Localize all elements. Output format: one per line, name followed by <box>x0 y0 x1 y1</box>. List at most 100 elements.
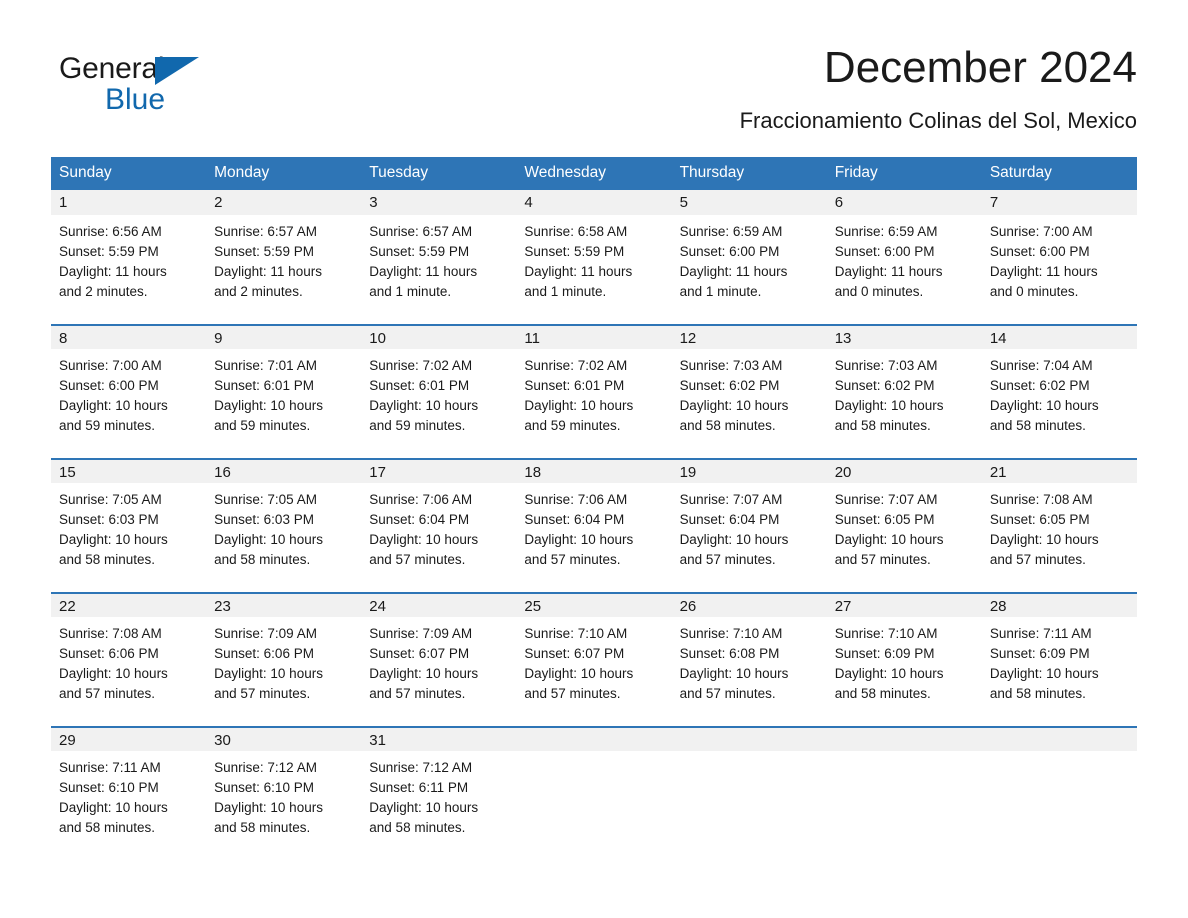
day-cell[interactable]: 23 Sunrise: 7:09 AM Sunset: 6:06 PM Dayligh… <box>206 592 362 726</box>
detail-daylight-line2: and 59 minutes. <box>214 418 311 433</box>
day-cell[interactable]: 13 Sunrise: 7:03 AM Sunset: 6:02 PM Dayligh… <box>826 324 982 458</box>
detail-sunset: Sunset: 6:04 PM <box>679 512 780 527</box>
day-cell[interactable]: 25 Sunrise: 7:10 AM Sunset: 6:07 PM Dayligh… <box>516 592 672 726</box>
day-details: Sunrise: 7:03 AM Sunset: 6:02 PM Daylight:… <box>672 349 827 436</box>
detail-sunrise: Sunrise: 7:02 AM <box>369 358 473 373</box>
day-cell[interactable]: 21 Sunrise: 7:08 AM Sunset: 6:05 PM Dayligh… <box>981 458 1137 592</box>
detail-sunset: Sunset: 6:04 PM <box>524 512 625 527</box>
logo-word-general: General <box>59 52 165 85</box>
detail-sunrise: Sunrise: 7:12 AM <box>369 760 473 775</box>
day-number: 11 <box>516 324 672 349</box>
day-cell[interactable]: 24 Sunrise: 7:09 AM Sunset: 6:07 PM Dayligh… <box>361 592 517 726</box>
detail-daylight-line1: Daylight: 10 hours <box>59 800 168 815</box>
detail-sunset: Sunset: 6:09 PM <box>989 646 1090 661</box>
day-details: Sunrise: 7:00 AM Sunset: 6:00 PM Daylight:… <box>982 215 1137 302</box>
day-number: 5 <box>671 190 827 215</box>
day-cell[interactable]: 4 Sunrise: 6:58 AM Sunset: 5:59 PM Daylight… <box>516 190 672 324</box>
day-cell[interactable]: 6 Sunrise: 6:59 AM Sunset: 6:00 PM Daylight… <box>826 190 982 324</box>
day-details <box>827 751 982 758</box>
detail-sunrise: Sunrise: 6:59 AM <box>834 224 938 239</box>
day-cell[interactable]: 19 Sunrise: 7:07 AM Sunset: 6:04 PM Dayligh… <box>671 458 827 592</box>
detail-daylight-line2: and 1 minute. <box>679 284 762 299</box>
calendar-cell: 6 Sunrise: 6:59 AM Sunset: 6:00 PM Daylight… <box>826 190 982 324</box>
calendar-cell: 23 Sunrise: 7:09 AM Sunset: 6:06 PM Dayligh… <box>206 592 362 726</box>
day-number <box>516 726 672 751</box>
detail-sunrise: Sunrise: 7:09 AM <box>214 626 317 641</box>
detail-daylight-line1: Daylight: 10 hours <box>834 398 944 413</box>
detail-daylight-line1: Daylight: 11 hours <box>214 264 322 279</box>
day-cell[interactable]: 18 Sunrise: 7:06 AM Sunset: 6:04 PM Dayligh… <box>516 458 672 592</box>
day-cell[interactable]: 11 Sunrise: 7:02 AM Sunset: 6:01 PM Dayligh… <box>516 324 672 458</box>
day-cell[interactable]: 17 Sunrise: 7:06 AM Sunset: 6:04 PM Dayligh… <box>361 458 517 592</box>
calendar-cell: 30 Sunrise: 7:12 AM Sunset: 6:10 PM Dayligh… <box>206 726 362 860</box>
detail-sunset: Sunset: 6:06 PM <box>59 646 159 661</box>
day-details: Sunrise: 6:56 AM Sunset: 5:59 PM Daylight:… <box>51 215 206 302</box>
day-number: 1 <box>51 190 207 215</box>
day-details: Sunrise: 7:07 AM Sunset: 6:05 PM Daylight:… <box>827 483 982 570</box>
detail-sunrise: Sunrise: 6:57 AM <box>214 224 317 239</box>
detail-sunset: Sunset: 6:08 PM <box>679 646 780 661</box>
day-details: Sunrise: 7:02 AM Sunset: 6:01 PM Daylight:… <box>516 349 671 436</box>
detail-sunrise: Sunrise: 7:03 AM <box>679 358 783 373</box>
day-number: 21 <box>981 458 1137 483</box>
day-cell[interactable]: 30 Sunrise: 7:12 AM Sunset: 6:10 PM Dayligh… <box>206 726 362 860</box>
detail-sunrise: Sunrise: 7:08 AM <box>59 626 162 641</box>
day-cell[interactable]: 2 Sunrise: 6:57 AM Sunset: 5:59 PM Daylight… <box>206 190 362 324</box>
detail-sunset: Sunset: 6:10 PM <box>214 780 314 795</box>
day-cell[interactable]: 1 Sunrise: 6:56 AM Sunset: 5:59 PM Daylight… <box>51 190 207 324</box>
calendar-week-row: 8 Sunrise: 7:00 AM Sunset: 6:00 PM Daylight… <box>51 324 1137 458</box>
calendar-cell: 17 Sunrise: 7:06 AM Sunset: 6:04 PM Dayligh… <box>361 458 517 592</box>
day-number: 15 <box>51 458 207 483</box>
day-number: 7 <box>981 190 1137 215</box>
day-cell[interactable]: 22 Sunrise: 7:08 AM Sunset: 6:06 PM Dayligh… <box>51 592 207 726</box>
detail-sunrise: Sunrise: 7:12 AM <box>214 760 317 775</box>
detail-daylight-line1: Daylight: 10 hours <box>834 666 944 681</box>
detail-daylight-line1: Daylight: 11 hours <box>834 264 943 279</box>
day-cell[interactable]: 3 Sunrise: 6:57 AM Sunset: 5:59 PM Daylight… <box>361 190 517 324</box>
calendar-cell: 28 Sunrise: 7:11 AM Sunset: 6:09 PM Dayligh… <box>981 592 1137 726</box>
detail-daylight-line1: Daylight: 11 hours <box>59 264 167 279</box>
detail-sunrise: Sunrise: 7:02 AM <box>524 358 628 373</box>
day-cell[interactable]: 10 Sunrise: 7:02 AM Sunset: 6:01 PM Dayligh… <box>361 324 517 458</box>
day-cell[interactable]: 7 Sunrise: 7:00 AM Sunset: 6:00 PM Daylight… <box>981 190 1137 324</box>
day-cell[interactable]: 27 Sunrise: 7:10 AM Sunset: 6:09 PM Dayligh… <box>826 592 982 726</box>
calendar-cell: 26 Sunrise: 7:10 AM Sunset: 6:08 PM Dayligh… <box>671 592 827 726</box>
detail-daylight-line2: and 58 minutes. <box>214 552 311 567</box>
weekday-header-saturday: Saturday <box>981 157 1137 190</box>
detail-daylight-line2: and 57 minutes. <box>369 552 466 567</box>
day-cell[interactable]: 26 Sunrise: 7:10 AM Sunset: 6:08 PM Dayligh… <box>671 592 827 726</box>
day-cell[interactable]: 15 Sunrise: 7:05 AM Sunset: 6:03 PM Dayligh… <box>51 458 207 592</box>
detail-daylight-line1: Daylight: 10 hours <box>989 532 1099 547</box>
day-cell[interactable]: 9 Sunrise: 7:01 AM Sunset: 6:01 PM Daylight… <box>206 324 362 458</box>
day-number <box>826 726 982 751</box>
day-cell[interactable]: 20 Sunrise: 7:07 AM Sunset: 6:05 PM Dayligh… <box>826 458 982 592</box>
weekday-header-wednesday: Wednesday <box>516 157 672 190</box>
day-cell[interactable]: 16 Sunrise: 7:05 AM Sunset: 6:03 PM Dayligh… <box>206 458 362 592</box>
day-cell[interactable]: 14 Sunrise: 7:04 AM Sunset: 6:02 PM Dayligh… <box>981 324 1137 458</box>
page-header: General Blue December 2024 Fraccionamien… <box>51 40 1137 145</box>
day-cell[interactable]: 29 Sunrise: 7:11 AM Sunset: 6:10 PM Dayligh… <box>51 726 207 860</box>
calendar-cell: 21 Sunrise: 7:08 AM Sunset: 6:05 PM Dayligh… <box>981 458 1137 592</box>
day-details: Sunrise: 7:12 AM Sunset: 6:10 PM Daylight:… <box>206 751 361 838</box>
calendar-cell: 7 Sunrise: 7:00 AM Sunset: 6:00 PM Daylight… <box>981 190 1137 324</box>
detail-daylight-line2: and 58 minutes. <box>679 418 776 433</box>
general-blue-logo[interactable]: General Blue <box>59 52 209 122</box>
day-number: 22 <box>51 592 207 617</box>
detail-sunset: Sunset: 5:59 PM <box>369 244 470 259</box>
day-cell[interactable]: 12 Sunrise: 7:03 AM Sunset: 6:02 PM Dayligh… <box>671 324 827 458</box>
day-cell[interactable]: 8 Sunrise: 7:00 AM Sunset: 6:00 PM Daylight… <box>51 324 207 458</box>
calendar-cell: 5 Sunrise: 6:59 AM Sunset: 6:00 PM Daylight… <box>671 190 827 324</box>
day-number: 9 <box>206 324 362 349</box>
calendar-cell: 25 Sunrise: 7:10 AM Sunset: 6:07 PM Dayligh… <box>516 592 672 726</box>
detail-sunset: Sunset: 5:59 PM <box>59 244 159 259</box>
day-cell[interactable]: 31 Sunrise: 7:12 AM Sunset: 6:11 PM Dayligh… <box>361 726 517 860</box>
detail-sunset: Sunset: 6:09 PM <box>834 646 935 661</box>
detail-daylight-line2: and 57 minutes. <box>369 686 466 701</box>
day-cell[interactable]: 5 Sunrise: 6:59 AM Sunset: 6:00 PM Daylight… <box>671 190 827 324</box>
day-details: Sunrise: 7:09 AM Sunset: 6:06 PM Daylight:… <box>206 617 361 704</box>
location-subtitle: Fraccionamiento Colinas del Sol, Mexico <box>739 108 1137 133</box>
day-cell[interactable]: 28 Sunrise: 7:11 AM Sunset: 6:09 PM Dayligh… <box>981 592 1137 726</box>
calendar-body: 1 Sunrise: 6:56 AM Sunset: 5:59 PM Daylight… <box>51 190 1137 860</box>
calendar-cell: 13 Sunrise: 7:03 AM Sunset: 6:02 PM Dayligh… <box>826 324 982 458</box>
detail-daylight-line1: Daylight: 10 hours <box>214 666 323 681</box>
